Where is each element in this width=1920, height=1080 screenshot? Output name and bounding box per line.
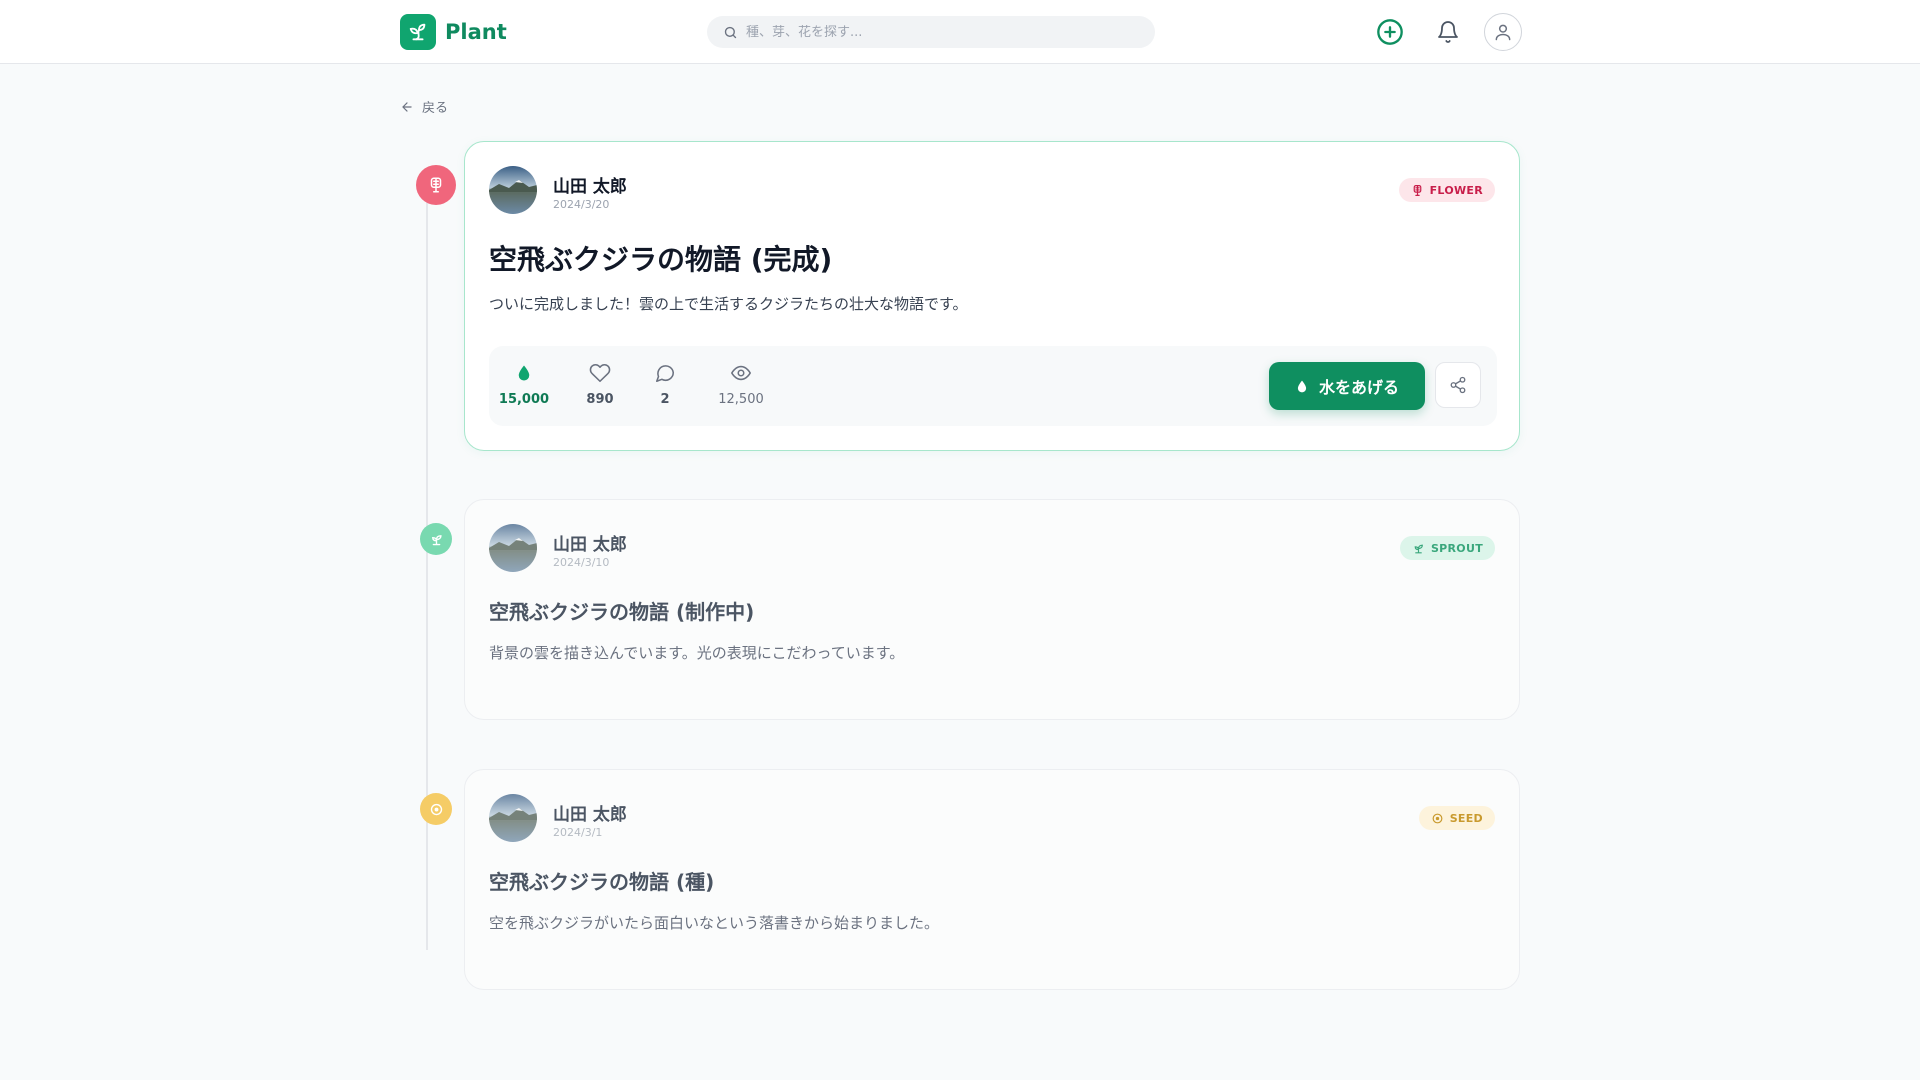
comment-icon (655, 365, 675, 383)
post-date: 2024/3/20 (553, 198, 610, 211)
sprout-icon (431, 534, 442, 545)
seed-icon (430, 803, 442, 815)
view-count: 12,500 (718, 392, 764, 407)
avatar[interactable] (489, 524, 537, 572)
water-drop-icon (518, 365, 530, 381)
stage-label: SPROUT (1430, 541, 1483, 555)
timeline-dot-flower (416, 165, 456, 205)
post-description: 空を飛ぶクジラがいたら面白いなという落書きから始まりました。 (489, 914, 940, 932)
timeline-dot-sprout (420, 523, 452, 555)
profile-button[interactable] (1484, 13, 1522, 51)
flower-icon (430, 177, 442, 193)
post-card-sprout[interactable]: 山田 太郎 2024/3/10 SPROUT 空飛ぶクジラの物語 (制作中) 背… (464, 499, 1520, 720)
water-button[interactable]: 水をあげる (1269, 362, 1425, 410)
stage-badge: SPROUT (1399, 536, 1495, 560)
app-logo[interactable]: Plant (400, 14, 507, 50)
arrow-left-icon (402, 101, 412, 112)
share-icon (1450, 376, 1466, 394)
stage-badge: SEED (1418, 806, 1495, 830)
comment-stat[interactable]: 2 (630, 360, 700, 407)
heart-icon (589, 363, 611, 383)
stage-label: FLOWER (1429, 183, 1483, 197)
post-description: 背景の雲を描き込んでいます。光の表現にこだわっています。 (489, 644, 905, 662)
avatar[interactable] (489, 166, 537, 214)
app-name: Plant (445, 20, 507, 44)
bell-icon (1438, 21, 1458, 43)
search-icon (724, 26, 737, 38)
eye-icon (730, 365, 752, 381)
post-card-seed[interactable]: 山田 太郎 2024/3/1 SEED 空飛ぶクジラの物語 (種) 空を飛ぶクジ… (464, 769, 1520, 990)
sprout-logo-icon (400, 14, 436, 50)
stage-badge: FLOWER (1398, 178, 1495, 202)
author-name[interactable]: 山田 太郎 (553, 530, 627, 555)
like-count: 890 (586, 392, 614, 407)
post-card-flower[interactable]: 山田 太郎 2024/3/20 FLOWER 空飛ぶクジラの物語 (完成) つい… (464, 141, 1520, 451)
post-title: 空飛ぶクジラの物語 (種) (489, 870, 715, 894)
notifications-button[interactable] (1431, 15, 1465, 49)
seed-icon (1432, 813, 1443, 823)
create-post-button[interactable] (1373, 15, 1407, 49)
stage-label: SEED (1449, 811, 1483, 825)
post-date: 2024/3/1 (553, 826, 603, 839)
water-stat: 15,000 (489, 360, 559, 407)
post-title: 空飛ぶクジラの物語 (完成) (489, 243, 833, 276)
plus-circle-icon (1377, 19, 1403, 45)
flower-icon (1413, 184, 1421, 196)
avatar[interactable] (489, 794, 537, 842)
water-count: 15,000 (498, 392, 550, 407)
post-description: ついに完成しました！雲の上で生活するクジラたちの壮大な物語です。 (489, 295, 968, 313)
view-stat: 12,500 (706, 360, 776, 407)
back-label: 戻る (422, 101, 449, 116)
author-name[interactable]: 山田 太郎 (553, 800, 627, 825)
timeline-line (426, 180, 428, 950)
post-date: 2024/3/10 (553, 556, 610, 569)
share-button[interactable] (1435, 362, 1481, 408)
water-button-label: 水をあげる (1318, 380, 1399, 397)
search-input[interactable] (746, 24, 1126, 40)
user-icon (1495, 24, 1511, 41)
post-stats-bar: 15,000 890 2 12,500 水をあげる (489, 346, 1497, 426)
search-bar[interactable] (707, 16, 1155, 48)
top-header: Plant (0, 0, 1920, 64)
post-title: 空飛ぶクジラの物語 (制作中) (489, 600, 755, 624)
comment-count: 2 (660, 392, 670, 407)
timeline-dot-seed (420, 793, 452, 825)
sprout-icon (1414, 544, 1423, 553)
author-name[interactable]: 山田 太郎 (553, 172, 627, 197)
like-stat[interactable]: 890 (565, 360, 635, 407)
water-drop-icon (1297, 380, 1307, 392)
back-link[interactable]: 戻る (400, 97, 448, 116)
